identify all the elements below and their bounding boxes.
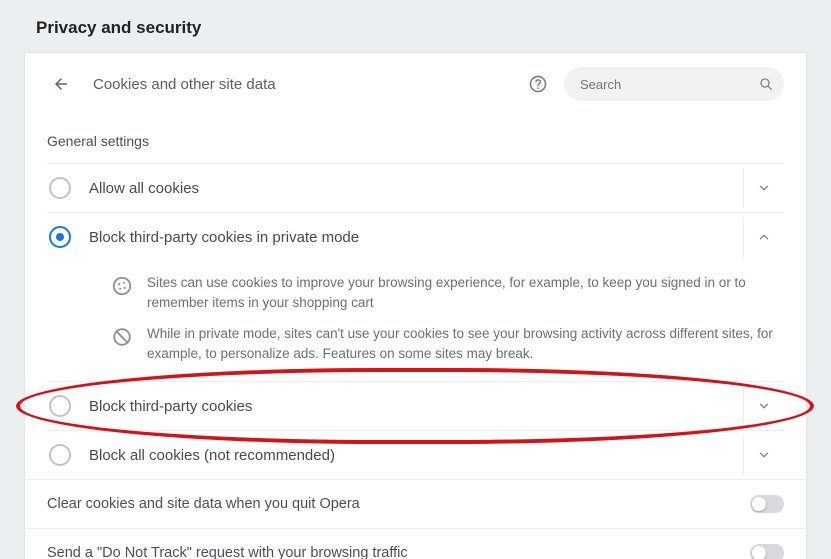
option-label: Allow all cookies <box>89 180 735 197</box>
settings-card: Cookies and other site data General sett… <box>24 52 807 559</box>
arrow-left-icon <box>52 75 70 93</box>
option-label: Block third-party cookies <box>89 398 735 415</box>
back-button[interactable] <box>47 70 75 98</box>
info-text: While in private mode, sites can't use y… <box>147 324 784 363</box>
chevron-up-icon[interactable] <box>757 230 771 244</box>
radio-block-third-party[interactable] <box>49 395 71 417</box>
option-block-all-cookies[interactable]: Block all cookies (not recommended) <box>47 430 784 479</box>
toggle-do-not-track[interactable]: Send a "Do Not Track" request with your … <box>25 528 806 559</box>
option-label: Block third-party cookies in private mod… <box>89 229 735 246</box>
option-block-third-party-private[interactable]: Block third-party cookies in private mod… <box>47 212 784 261</box>
help-circle-icon <box>528 74 548 94</box>
radio-allow-all-cookies[interactable] <box>49 177 71 199</box>
chevron-down-icon[interactable] <box>757 399 771 413</box>
option-block-third-party[interactable]: Block third-party cookies <box>47 381 784 430</box>
breadcrumb: Cookies and other site data <box>93 76 524 93</box>
card-header: Cookies and other site data <box>25 53 806 113</box>
radio-block-all-cookies[interactable] <box>49 444 71 466</box>
toggle-label: Send a "Do Not Track" request with your … <box>47 545 750 559</box>
page-title: Privacy and security <box>0 0 831 52</box>
search-input[interactable] <box>578 76 758 93</box>
search-field[interactable] <box>564 67 784 101</box>
general-settings-section: General settings Allow all cookies Block… <box>25 113 806 479</box>
option-allow-all-cookies[interactable]: Allow all cookies <box>47 163 784 212</box>
block-icon <box>111 326 133 348</box>
option-details: Sites can use cookies to improve your br… <box>47 273 784 381</box>
section-title-general: General settings <box>47 133 784 149</box>
switch-clear-on-quit[interactable] <box>750 495 784 513</box>
cookie-icon <box>111 275 133 297</box>
chevron-down-icon[interactable] <box>757 448 771 462</box>
chevron-down-icon[interactable] <box>757 181 771 195</box>
switch-do-not-track[interactable] <box>750 544 784 559</box>
info-text: Sites can use cookies to improve your br… <box>147 273 784 312</box>
toggle-label: Clear cookies and site data when you qui… <box>47 496 750 512</box>
option-label: Block all cookies (not recommended) <box>89 447 735 464</box>
search-icon <box>758 76 774 92</box>
radio-block-third-party-private[interactable] <box>49 226 71 248</box>
toggle-clear-on-quit[interactable]: Clear cookies and site data when you qui… <box>25 479 806 528</box>
help-button[interactable] <box>524 70 552 98</box>
